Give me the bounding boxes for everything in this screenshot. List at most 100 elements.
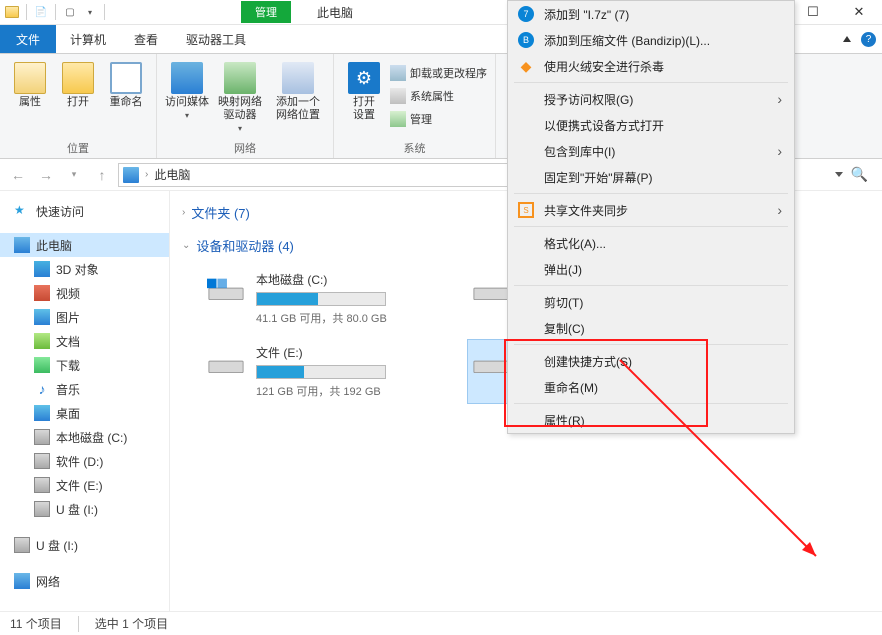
chevron-right-icon: › [777, 91, 782, 107]
ctx-cut[interactable]: 剪切(T) [508, 289, 794, 315]
search-icon[interactable]: 🔍 [851, 166, 868, 183]
ctx-label: 共享文件夹同步 [544, 202, 628, 219]
add-network-location-button[interactable]: 添加一个 网络位置 [271, 58, 325, 122]
system-properties-button[interactable]: 系统属性 [390, 86, 487, 106]
sidebar-u-disk-root[interactable]: U 盘 (I:) [0, 533, 169, 557]
sidebar-item-music[interactable]: ♪音乐 [0, 377, 169, 401]
ctx-eject[interactable]: 弹出(J) [508, 256, 794, 282]
sidebar-item-label: 软件 (D:) [56, 453, 103, 470]
chevron-down-icon: ⌄ [182, 240, 190, 251]
folder-icon [34, 261, 50, 277]
sidebar-item-drive-i[interactable]: U 盘 (I:) [0, 497, 169, 521]
sidebar-item-drive-e[interactable]: 文件 (E:) [0, 473, 169, 497]
folder-icon[interactable] [4, 4, 20, 20]
ctx-portable-device[interactable]: 以便携式设备方式打开 [508, 112, 794, 138]
map-drive-button[interactable]: 映射网络 驱动器▾ [213, 58, 267, 133]
ribbon-group-system: ⚙打开 设置 卸载或更改程序 系统属性 管理 系统 [334, 54, 496, 158]
ctx-grant-access[interactable]: 授予访问权限(G)› [508, 86, 794, 112]
ctx-label: 复制(C) [544, 320, 585, 337]
ctx-huorong-scan[interactable]: ◆使用火绒安全进行杀毒 [508, 53, 794, 79]
sidebar-item-3d-objects[interactable]: 3D 对象 [0, 257, 169, 281]
drive-icon [34, 501, 50, 517]
drive-item-c[interactable]: 本地磁盘 (C:) 41.1 GB 可用，共 80.0 GB [202, 267, 412, 330]
drive-icon [206, 344, 246, 384]
tab-computer[interactable]: 计算机 [56, 25, 120, 53]
ctx-label: 弹出(J) [544, 261, 582, 278]
address-dropdown-icon[interactable] [835, 172, 843, 177]
drive-name: 本地磁盘 (C:) [256, 271, 387, 288]
ctx-label: 以便携式设备方式打开 [544, 117, 664, 134]
ctx-share-sync[interactable]: S共享文件夹同步› [508, 197, 794, 223]
sidebar-item-label: 视频 [56, 285, 80, 302]
qat-btn-2[interactable]: ▢ [62, 4, 78, 20]
ribbon-group-network: 访问媒体▾ 映射网络 驱动器▾ 添加一个 网络位置 网络 [157, 54, 334, 158]
sidebar-item-downloads[interactable]: 下载 [0, 353, 169, 377]
sidebar-item-label: 图片 [56, 309, 80, 326]
help-button[interactable]: ? [861, 32, 876, 47]
drive-item-e[interactable]: 文件 (E:) 121 GB 可用，共 192 GB [202, 340, 412, 403]
manage-button[interactable]: 管理 [390, 109, 487, 129]
tab-view[interactable]: 查看 [120, 25, 172, 53]
tab-drive-tools[interactable]: 驱动器工具 [172, 25, 260, 53]
sidebar-item-documents[interactable]: 文档 [0, 329, 169, 353]
drive-icon [472, 271, 510, 311]
chevron-right-icon[interactable]: › [145, 169, 148, 180]
sidebar-item-label: 桌面 [56, 405, 80, 422]
close-button[interactable]: ✕ [836, 0, 882, 25]
group-label: 位置 [8, 138, 148, 156]
sidebar-item-drive-d[interactable]: 软件 (D:) [0, 449, 169, 473]
sidebar-quick-access[interactable]: ★快速访问 [0, 199, 169, 223]
sidebar-network[interactable]: 网络 [0, 569, 169, 593]
ctx-label: 添加到 "I.7z" (7) [544, 6, 629, 23]
recent-dropdown-button[interactable]: ▾ [62, 163, 86, 187]
maximize-button[interactable]: ☐ [790, 0, 836, 25]
network-icon [14, 573, 30, 589]
quick-access-toolbar: 📄 ▢ ▾ [0, 4, 111, 20]
sidebar-item-desktop[interactable]: 桌面 [0, 401, 169, 425]
navigation-pane: ★快速访问 此电脑 3D 对象 视频 图片 文档 下载 ♪音乐 桌面 本地磁盘 … [0, 191, 170, 611]
chevron-right-icon: › [182, 207, 185, 218]
ctx-label: 剪切(T) [544, 294, 583, 311]
drive-icon [34, 477, 50, 493]
ctx-include-library[interactable]: 包含到库中(I)› [508, 138, 794, 164]
sync-icon: S [518, 202, 534, 218]
sidebar-item-label: 文件 (E:) [56, 477, 103, 494]
sidebar-item-pictures[interactable]: 图片 [0, 305, 169, 329]
access-media-button[interactable]: 访问媒体▾ [165, 58, 209, 120]
separator [514, 285, 788, 286]
sidebar-item-drive-c[interactable]: 本地磁盘 (C:) [0, 425, 169, 449]
status-bar: 11 个项目 选中 1 个项目 [0, 611, 882, 635]
forward-button[interactable]: → [34, 163, 58, 187]
sidebar-item-label: 本地磁盘 (C:) [56, 429, 127, 446]
sidebar-item-label: 下载 [56, 357, 80, 374]
properties-button[interactable]: 属性 [8, 58, 52, 109]
capacity-bar [256, 292, 386, 306]
back-button[interactable]: ← [6, 163, 30, 187]
tab-file[interactable]: 文件 [0, 25, 56, 53]
address-segment[interactable]: 此电脑 [154, 166, 190, 183]
qat-btn-1[interactable]: 📄 [33, 4, 49, 20]
rename-button[interactable]: 重命名 [104, 58, 148, 109]
ctx-label: 添加到压缩文件 (Bandizip)(L)... [544, 32, 710, 49]
star-icon: ★ [14, 203, 30, 219]
ctx-add-to-archive[interactable]: B添加到压缩文件 (Bandizip)(L)... [508, 27, 794, 53]
capacity-text: 121 GB 可用，共 192 GB [256, 383, 386, 399]
uninstall-programs-button[interactable]: 卸载或更改程序 [390, 63, 487, 83]
ctx-format[interactable]: 格式化(A)... [508, 230, 794, 256]
drive-icon [34, 429, 50, 445]
ctx-label: 格式化(A)... [544, 235, 606, 252]
open-settings-button[interactable]: ⚙打开 设置 [342, 58, 386, 122]
up-button[interactable]: ↑ [90, 163, 114, 187]
address-bar[interactable]: › 此电脑 [118, 163, 523, 187]
collapse-ribbon-button[interactable] [843, 36, 851, 42]
sidebar-item-videos[interactable]: 视频 [0, 281, 169, 305]
separator [514, 193, 788, 194]
group-label: 系统 [342, 138, 487, 156]
chevron-down-icon[interactable]: ▾ [82, 4, 98, 20]
ctx-label: 固定到"开始"屏幕(P) [544, 169, 653, 186]
ctx-pin-start[interactable]: 固定到"开始"屏幕(P) [508, 164, 794, 190]
sidebar-this-pc[interactable]: 此电脑 [0, 233, 169, 257]
open-button[interactable]: 打开 [56, 58, 100, 109]
ctx-add-to-7z[interactable]: 7添加到 "I.7z" (7) [508, 1, 794, 27]
ctx-copy[interactable]: 复制(C) [508, 315, 794, 341]
